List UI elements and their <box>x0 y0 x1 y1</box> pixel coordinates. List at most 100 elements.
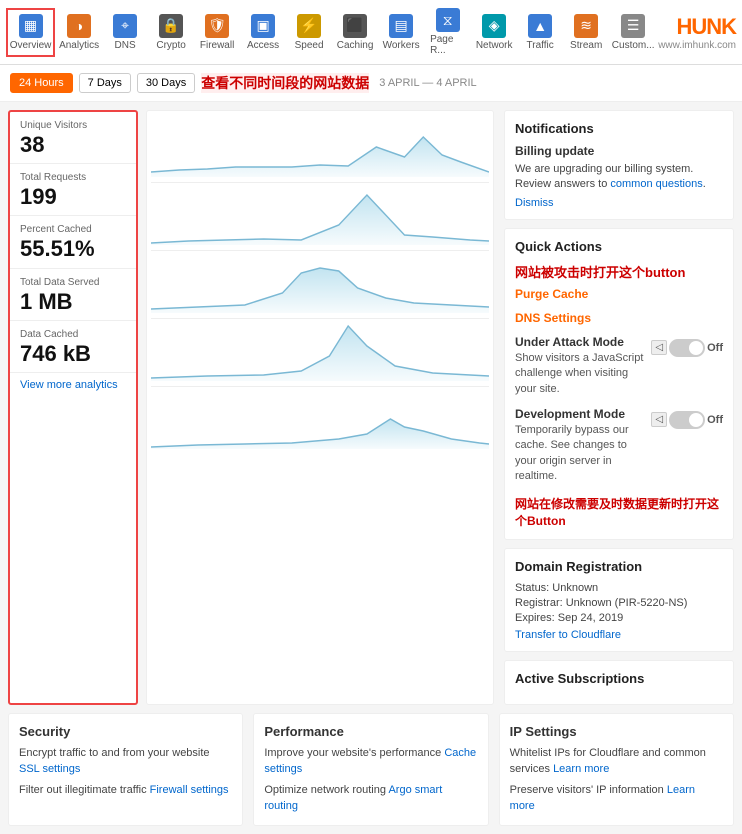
nav-label-access: Access <box>247 40 279 51</box>
dev-mode-toggle[interactable] <box>669 411 705 429</box>
under-attack-row: Under Attack Mode Show visitors a JavaSc… <box>515 335 723 397</box>
main-content: Unique Visitors 38 Total Requests 199 Pe… <box>0 102 742 713</box>
firewall-settings-link[interactable]: Firewall settings <box>150 784 229 796</box>
nav-item-access[interactable]: ▣ Access <box>241 10 285 55</box>
time-bar: 24 Hours 7 Days 30 Days 查看不同时间段的网站数据 3 A… <box>0 65 742 102</box>
domain-status: Status: Unknown <box>515 582 723 594</box>
update-annotation: 网站在修改需要及时数据更新时打开这个Button <box>515 495 723 529</box>
nav-item-speed[interactable]: ⚡ Speed <box>287 10 331 55</box>
stat-value-td: 1 MB <box>20 290 126 314</box>
time-btn-24h[interactable]: 24 Hours <box>10 73 73 93</box>
purge-cache-link[interactable]: Purge Cache <box>515 287 723 301</box>
under-attack-desc: Show visitors a JavaScript challenge whe… <box>515 351 645 397</box>
transfer-cloudflare-link[interactable]: Transfer to Cloudflare <box>515 629 621 641</box>
stat-label-uv: Unique Visitors <box>20 120 126 131</box>
stat-label-td: Total Data Served <box>20 277 126 288</box>
domain-expires: Expires: Sep 24, 2019 <box>515 612 723 624</box>
attack-annotation: 网站被攻击时打开这个button <box>515 262 723 281</box>
security-title: Security <box>19 724 232 739</box>
notifications-section: Notifications Billing update We are upgr… <box>504 110 734 220</box>
purge-cache-action: Purge Cache <box>515 287 723 301</box>
ip-settings-title: IP Settings <box>510 724 723 739</box>
chart-total-data <box>151 319 489 387</box>
firewall-icon: 🛡 <box>205 14 229 38</box>
nav-label-network: Network <box>476 40 513 51</box>
under-attack-mode: Under Attack Mode Show visitors a JavaSc… <box>515 335 723 397</box>
chart-total-requests <box>151 183 489 251</box>
dev-mode-toggle-container: ◁ Off <box>651 411 723 429</box>
billing-text: We are upgrading our billing system. Rev… <box>515 162 723 193</box>
caching-icon: ⬛ <box>343 14 367 38</box>
network-icon: ◈ <box>482 14 506 38</box>
nav-item-caching[interactable]: ⬛ Caching <box>333 10 377 55</box>
stat-label-pc: Percent Cached <box>20 224 126 235</box>
stream-icon: ≋ <box>574 14 598 38</box>
workers-icon: ▤ <box>389 14 413 38</box>
time-annotation: 查看不同时间段的网站数据 <box>201 73 369 93</box>
stat-label-tr: Total Requests <box>20 172 126 183</box>
ip-learn-more-1-link[interactable]: Learn more <box>553 763 609 775</box>
active-subscriptions-section: Active Subscriptions <box>504 660 734 705</box>
nav-label-crypto: Crypto <box>156 40 185 51</box>
under-attack-title: Under Attack Mode <box>515 335 645 349</box>
stat-total-requests: Total Requests 199 <box>10 164 136 216</box>
security-text1: Encrypt traffic to and from your website… <box>19 745 232 778</box>
ssl-settings-link[interactable]: SSL settings <box>19 763 80 775</box>
notifications-title: Notifications <box>515 121 723 136</box>
stat-value-dc: 746 kB <box>20 342 126 366</box>
dev-mode-toggle-pipe: ◁ <box>651 412 667 427</box>
time-btn-7d[interactable]: 7 Days <box>79 73 131 93</box>
chart-percent-cached <box>151 251 489 319</box>
nav-label-analytics: Analytics <box>59 40 99 51</box>
nav-label-traffic: Traffic <box>527 40 554 51</box>
nav-item-overview[interactable]: ▦ Overview <box>6 8 55 57</box>
access-icon: ▣ <box>251 14 275 38</box>
under-attack-toggle[interactable] <box>669 339 705 357</box>
charts-panel <box>146 110 494 705</box>
view-more-analytics[interactable]: View more analytics <box>10 373 136 397</box>
quick-actions-title: Quick Actions <box>515 239 723 254</box>
chart-unique-visitors <box>151 115 489 183</box>
domain-section: Domain Registration Status: Unknown Regi… <box>504 548 734 652</box>
common-questions-link[interactable]: common questions <box>610 178 702 190</box>
dev-mode-off-label: Off <box>707 414 723 426</box>
nav-label-speed: Speed <box>295 40 324 51</box>
performance-title: Performance <box>264 724 477 739</box>
nav-item-network[interactable]: ◈ Network <box>472 10 516 55</box>
nav-label-firewall: Firewall <box>200 40 234 51</box>
nav-label-custom: Custom... <box>612 40 655 51</box>
performance-text2: Optimize network routing Argo smart rout… <box>264 782 477 815</box>
nav-item-custom[interactable]: ☰ Custom... <box>610 10 656 55</box>
bottom-sections: Security Encrypt traffic to and from you… <box>0 713 742 834</box>
stat-value-uv: 38 <box>20 133 126 157</box>
domain-registrar: Registrar: Unknown (PIR-5220-NS) <box>515 597 723 609</box>
time-btn-30d[interactable]: 30 Days <box>137 73 195 93</box>
nav-label-pager: Page R... <box>430 34 465 56</box>
security-card: Security Encrypt traffic to and from you… <box>8 713 243 826</box>
dev-mode-row: Development Mode Temporarily bypass our … <box>515 407 723 485</box>
nav-label-stream: Stream <box>570 40 602 51</box>
dns-settings-link[interactable]: DNS Settings <box>515 311 723 325</box>
ip-text2: Preserve visitors' IP information Learn … <box>510 782 723 815</box>
nav-item-firewall[interactable]: 🛡 Firewall <box>195 10 239 55</box>
dismiss-link[interactable]: Dismiss <box>515 197 723 209</box>
nav-item-traffic[interactable]: ▲ Traffic <box>518 10 562 55</box>
chart-data-cached <box>151 387 489 455</box>
speed-icon: ⚡ <box>297 14 321 38</box>
traffic-icon: ▲ <box>528 14 552 38</box>
performance-card: Performance Improve your website's perfo… <box>253 713 488 826</box>
stat-data-cached: Data Cached 746 kB <box>10 321 136 373</box>
overview-icon: ▦ <box>19 14 43 38</box>
logo-area: HUNK www.imhunk.com <box>658 14 736 51</box>
billing-subtitle: Billing update <box>515 144 723 158</box>
dev-mode-title: Development Mode <box>515 407 645 421</box>
nav-item-workers[interactable]: ▤ Workers <box>379 10 423 55</box>
nav-item-analytics[interactable]: ◑ Analytics <box>57 10 101 55</box>
stat-total-data: Total Data Served 1 MB <box>10 269 136 321</box>
nav-label-overview: Overview <box>10 40 52 51</box>
nav-item-pager[interactable]: ⧖ Page R... <box>425 4 470 60</box>
nav-item-stream[interactable]: ≋ Stream <box>564 10 608 55</box>
under-attack-toggle-pipe: ◁ <box>651 340 667 355</box>
nav-item-dns[interactable]: ⌖ DNS <box>103 10 147 55</box>
nav-item-crypto[interactable]: 🔒 Crypto <box>149 10 193 55</box>
